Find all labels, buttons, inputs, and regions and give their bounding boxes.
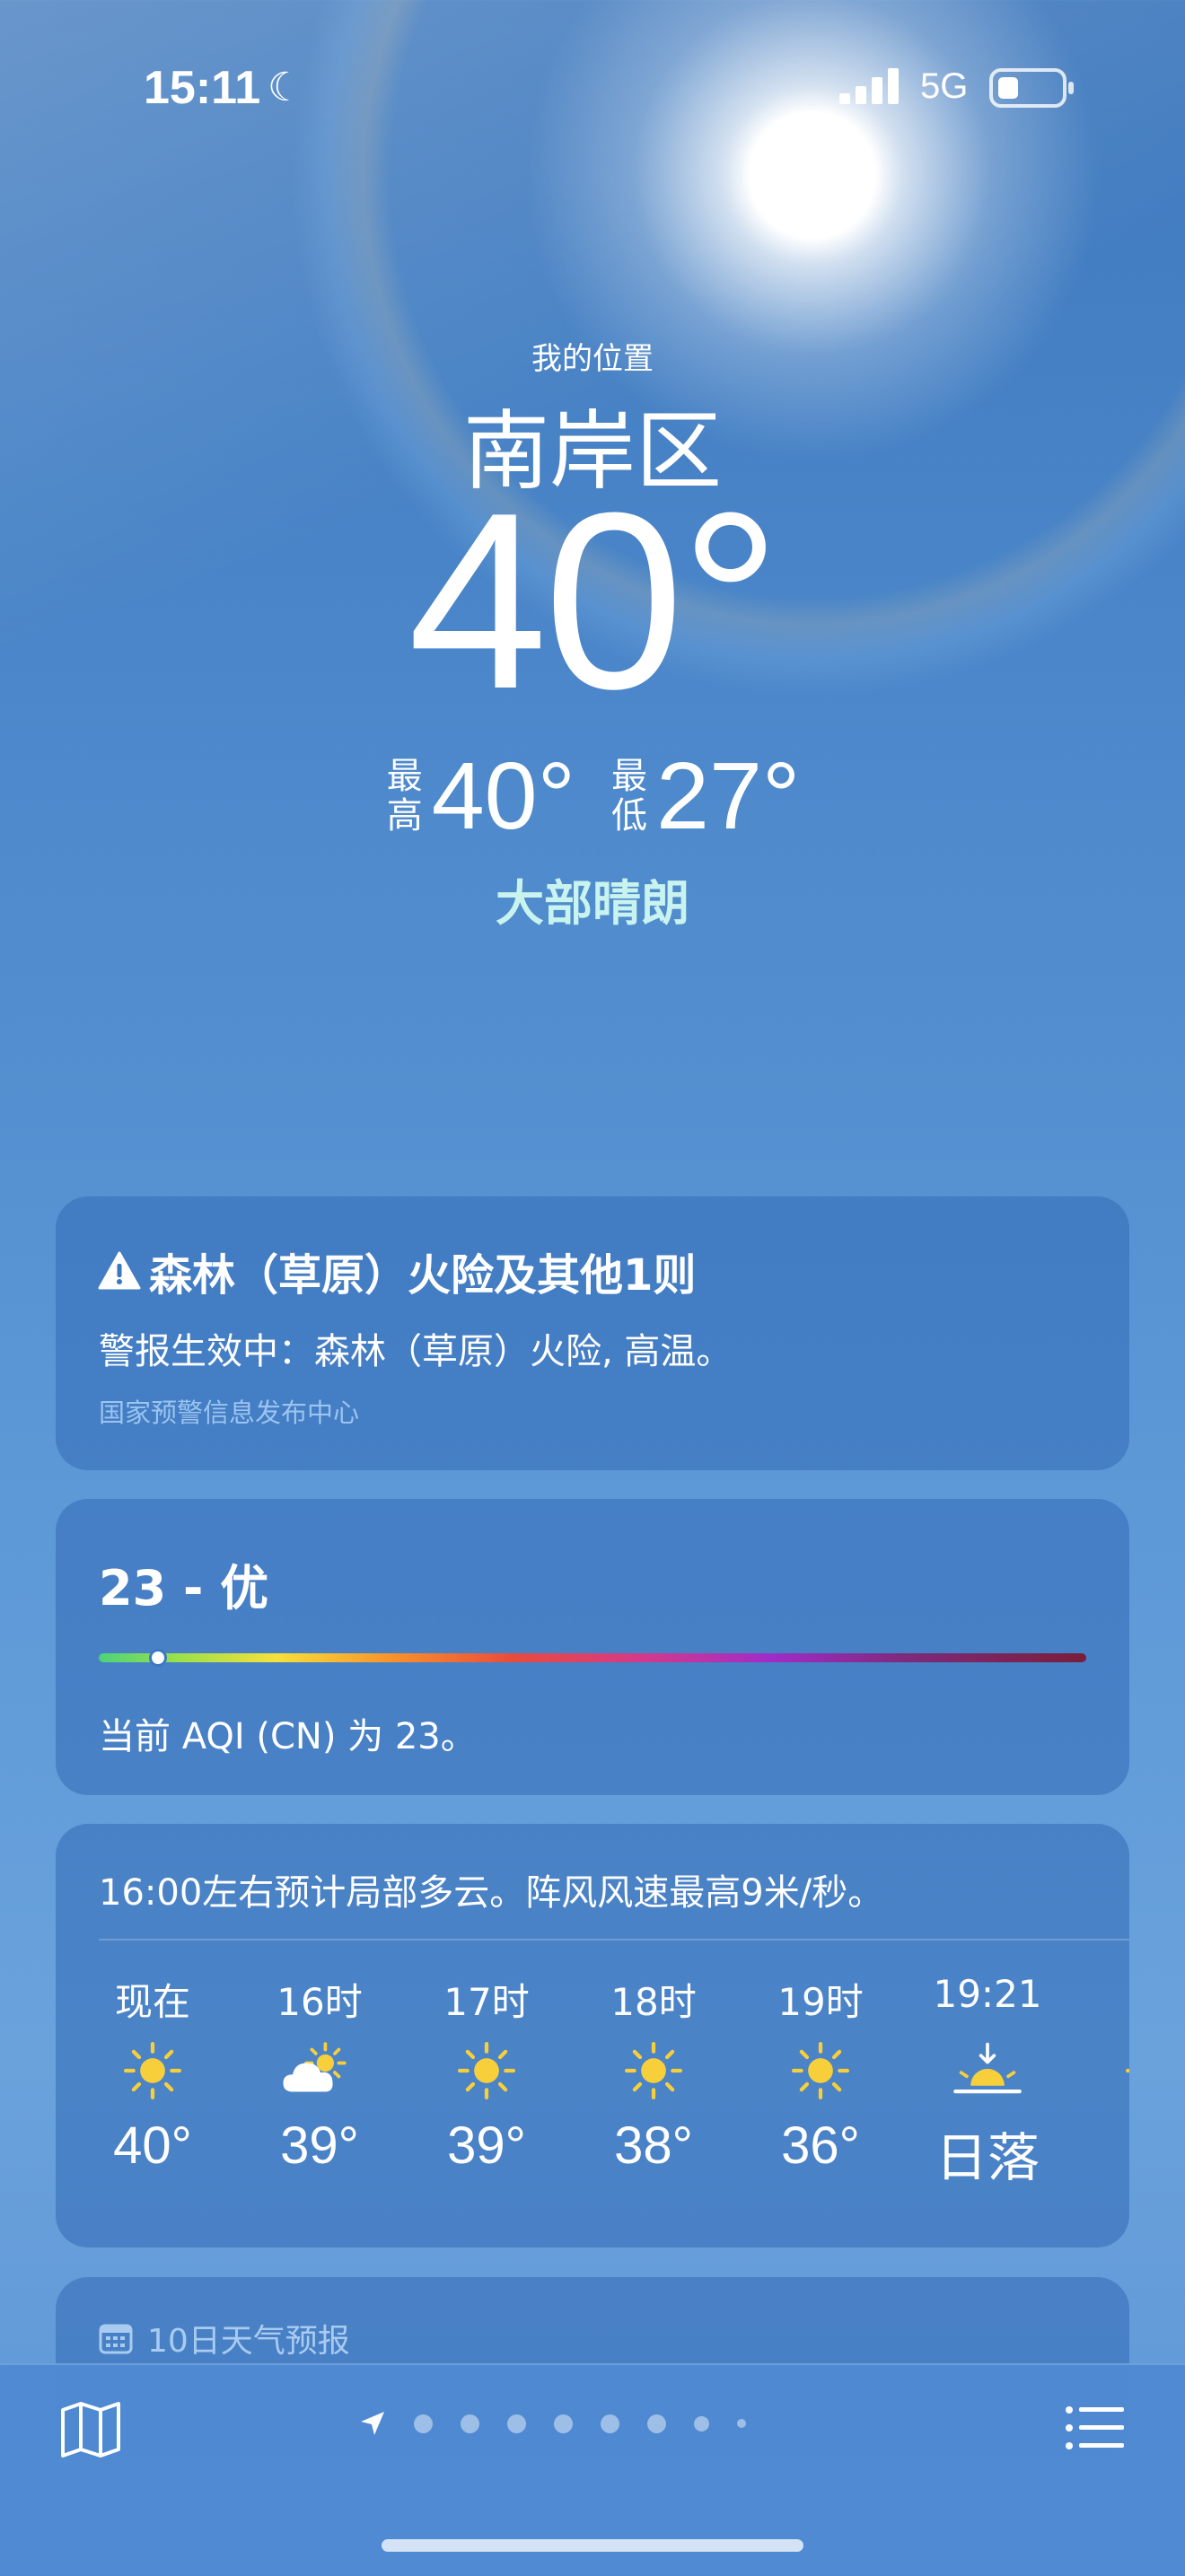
sunset-icon xyxy=(916,2026,1059,2116)
partly-cloudy-icon xyxy=(248,2026,391,2116)
aqi-indicator xyxy=(149,1649,167,1667)
bottom-toolbar xyxy=(0,2363,1185,2576)
status-time: 15:11 xyxy=(144,62,261,114)
alert-body: 警报生效中：森林（草原）火险, 高温。 xyxy=(99,1331,733,1372)
alert-title: 森林（草原）火险及其他1则 xyxy=(149,1250,697,1301)
hourly-item: 17时 39° xyxy=(415,1972,558,2176)
aqi-scale-bar xyxy=(99,1653,1086,1662)
current-temperature: 40° xyxy=(408,461,780,741)
hour-label: 19时 xyxy=(777,1980,864,2024)
hour-temp: 38° xyxy=(614,2116,693,2175)
sun-icon xyxy=(1083,2026,1129,2116)
high-low: 最高 40° 最低 27° xyxy=(0,743,1185,849)
hourly-item: 18时 38° xyxy=(582,1972,725,2176)
hour-temp: 36° xyxy=(781,2116,860,2175)
signal-icon xyxy=(839,68,899,104)
location-label: 我的位置 xyxy=(531,341,654,377)
low-temp: 27° xyxy=(656,742,801,849)
hour-label: 现在 xyxy=(114,1980,190,2024)
page-dot xyxy=(461,2414,479,2433)
hourly-forecast-card[interactable]: 16:00左右预计局部多云。阵风风速最高9米/秒。 现在 40° 16时 39° 17… xyxy=(56,1824,1129,2247)
hour-temp: 日落 xyxy=(935,2129,1040,2187)
alert-source: 国家预警信息发布中心 xyxy=(99,1398,360,1428)
network-type: 5G xyxy=(920,66,969,106)
hour-temp: 39° xyxy=(447,2116,526,2175)
battery-icon xyxy=(989,68,1074,108)
map-icon[interactable] xyxy=(59,2401,122,2458)
sun-icon xyxy=(415,2026,558,2116)
page-dot xyxy=(554,2414,573,2433)
hour-label: 2 xyxy=(1083,1972,1129,2026)
ten-day-header: 10日天气预报 xyxy=(99,2315,350,2361)
aqi-value: 23 - 优 xyxy=(99,1560,269,1617)
aqi-description: 当前 AQI (CN) 为 23。 xyxy=(99,1716,477,1757)
page-dot xyxy=(737,2419,746,2428)
hourly-item: 19:21 日落 xyxy=(916,1972,1059,2191)
weather-alert-card[interactable]: 森林（草原）火险及其他1则 警报生效中：森林（草原）火险, 高温。 国家预警信息… xyxy=(56,1196,1129,1470)
high-group: 最高 40° xyxy=(385,742,575,851)
hour-label: 16时 xyxy=(276,1980,363,2024)
location-arrow-icon xyxy=(361,2412,384,2435)
page-indicator[interactable] xyxy=(359,2410,746,2437)
hour-temp: 39° xyxy=(280,2116,359,2175)
moon-icon: ☾ xyxy=(268,65,303,110)
page-dot xyxy=(694,2415,709,2431)
ten-day-title: 10日天气预报 xyxy=(147,2323,350,2360)
page-dot xyxy=(601,2414,619,2433)
divider xyxy=(99,1939,1129,1941)
hourly-item: 19时 36° xyxy=(749,1972,892,2176)
list-icon[interactable] xyxy=(1065,2405,1126,2451)
hourly-summary: 16:00左右预计局部多云。阵风风速最高9米/秒。 xyxy=(99,1872,884,1914)
hourly-item: 23 xyxy=(1083,1972,1129,2176)
aqi-card[interactable]: 23 - 优 当前 AQI (CN) 为 23。 xyxy=(56,1499,1129,1795)
page-dot xyxy=(647,2414,666,2433)
home-indicator xyxy=(382,2539,803,2552)
sun-icon xyxy=(749,2026,892,2116)
warning-icon xyxy=(98,1251,141,1290)
page-dot xyxy=(507,2414,526,2433)
alert-title-row: 森林（草原）火险及其他1则 xyxy=(97,1240,696,1302)
sun-icon xyxy=(582,2026,725,2116)
hourly-item: 现在 40° xyxy=(81,1972,224,2176)
hour-label: 19:21 xyxy=(933,1972,1042,2016)
low-label: 最低 xyxy=(611,756,647,837)
high-temp: 40° xyxy=(431,742,575,849)
hourly-item: 16时 39° xyxy=(248,1972,391,2176)
hour-temp: 40° xyxy=(113,2116,192,2175)
hour-label: 18时 xyxy=(610,1980,697,2024)
hour-temp: 3 xyxy=(1083,2116,1129,2176)
high-label: 最高 xyxy=(386,756,423,837)
calendar-icon xyxy=(99,2324,133,2354)
sun-icon xyxy=(81,2026,224,2116)
condition-text: 大部晴朗 xyxy=(496,875,689,932)
low-group: 最低 27° xyxy=(610,742,800,851)
page-dot xyxy=(414,2414,433,2433)
hour-label: 17时 xyxy=(443,1980,530,2024)
status-bar: 15:11 ☾ 5G xyxy=(0,61,1185,115)
